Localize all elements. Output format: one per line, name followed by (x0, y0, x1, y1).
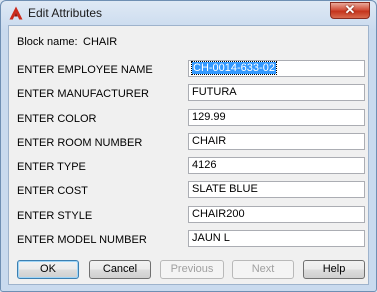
attribute-label-model-number: ENTER MODEL NUMBER (17, 234, 147, 246)
previous-button[interactable]: Previous (160, 260, 224, 279)
help-button[interactable]: Help (303, 260, 365, 279)
ok-button[interactable]: OK (17, 260, 79, 279)
edit-attributes-dialog: Edit Attributes ✕ Block name: CHAIR ENTE… (0, 0, 377, 292)
attribute-value-manufacturer: FUTURA (192, 86, 237, 98)
autocad-logo-icon (9, 6, 23, 20)
close-button[interactable]: ✕ (330, 2, 370, 19)
attribute-value-cost: SLATE BLUE (192, 183, 258, 195)
close-icon: ✕ (344, 2, 356, 17)
attribute-label-color: ENTER COLOR (17, 113, 97, 125)
attribute-value-style: CHAIR200 (192, 208, 245, 220)
attribute-field-room-number[interactable]: CHAIR (188, 133, 365, 150)
attribute-label-style: ENTER STYLE (17, 210, 93, 222)
attribute-field-cost[interactable]: SLATE BLUE (188, 181, 365, 198)
dialog-body: Block name: CHAIR ENTER EMPLOYEE NAME CH… (8, 25, 369, 285)
attribute-field-employee-name[interactable]: CH-0014-633-02 (188, 60, 365, 77)
attribute-value-room-number: CHAIR (192, 135, 227, 147)
next-button[interactable]: Next (232, 260, 294, 279)
attribute-field-color[interactable]: 129.99 (188, 109, 365, 126)
attribute-label-manufacturer: ENTER MANUFACTURER (17, 88, 150, 100)
attribute-label-type: ENTER TYPE (17, 161, 86, 173)
attribute-value-employee-name: CH-0014-633-02 (191, 61, 277, 75)
title-bar[interactable]: Edit Attributes ✕ (1, 1, 376, 25)
attribute-field-manufacturer[interactable]: FUTURA (188, 84, 365, 101)
attribute-label-employee-name: ENTER EMPLOYEE NAME (17, 64, 153, 76)
attribute-value-color: 129.99 (192, 111, 226, 123)
block-name-value: CHAIR (83, 36, 118, 48)
attribute-field-model-number[interactable]: JAUN L (188, 230, 365, 247)
cancel-button[interactable]: Cancel (89, 260, 151, 279)
attribute-value-type: 4126 (192, 159, 217, 171)
attribute-field-type[interactable]: 4126 (188, 157, 365, 174)
window-title: Edit Attributes (28, 6, 103, 20)
block-name-label: Block name: (17, 36, 78, 48)
attribute-field-style[interactable]: CHAIR200 (188, 206, 365, 223)
attribute-label-cost: ENTER COST (17, 185, 88, 197)
attribute-label-room-number: ENTER ROOM NUMBER (17, 137, 143, 149)
attribute-value-model-number: JAUN L (192, 232, 230, 244)
